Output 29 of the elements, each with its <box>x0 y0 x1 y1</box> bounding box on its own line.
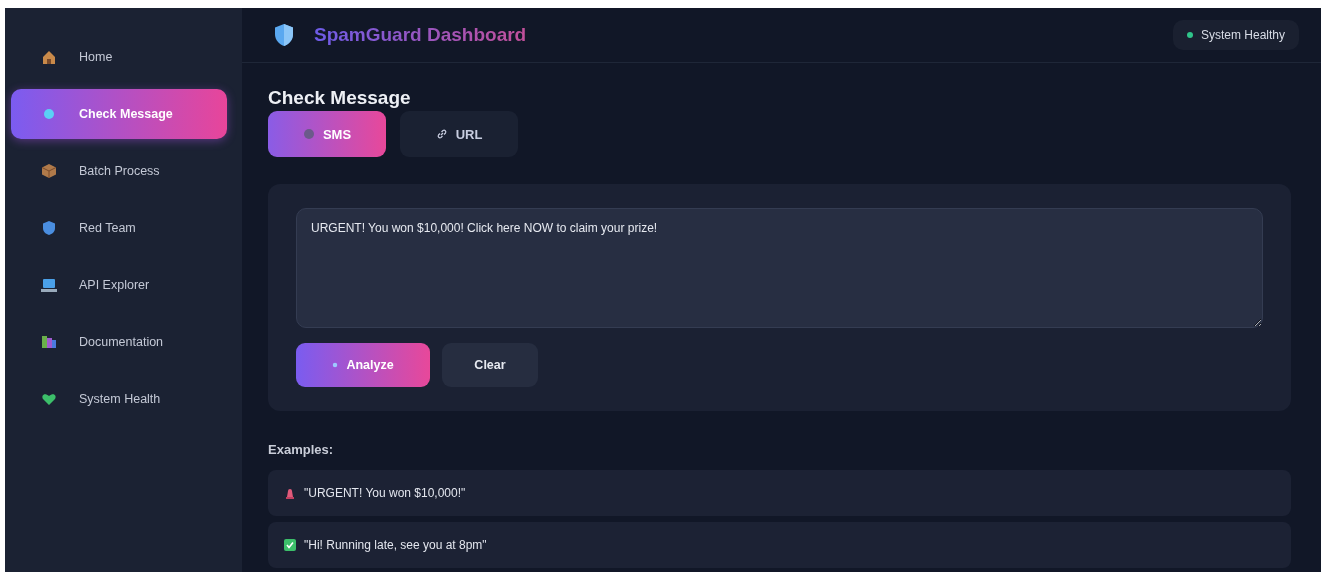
link-icon <box>435 128 448 140</box>
house-icon <box>41 49 57 65</box>
check-icon <box>284 539 296 551</box>
books-icon <box>41 334 57 350</box>
status-text: System Healthy <box>1200 28 1285 42</box>
status-dot <box>1186 32 1193 38</box>
disc-icon <box>302 128 315 140</box>
tab[interactable]: SMS <box>268 111 386 157</box>
message-field[interactable]: URGENT! You won $10,000! Click here NOW to claim your prize! <box>296 208 1263 328</box>
sidebar-item[interactable]: API Explorer <box>11 260 227 310</box>
examples-label: Examples: <box>268 442 335 457</box>
page-title: Check Message <box>268 87 412 109</box>
sidebar-item[interactable]: System Health <box>11 374 227 424</box>
example-item[interactable]: "URGENT! You won $10,000!" <box>268 470 1291 516</box>
shield-icon <box>41 220 57 236</box>
sidebar-item[interactable]: Red Team <box>11 203 227 253</box>
sidebar-item[interactable]: Check Message <box>11 89 227 139</box>
clear-button[interactable]: Clear <box>442 343 538 387</box>
analyze-button[interactable]: Analyze <box>296 343 430 387</box>
shield-icon <box>274 23 294 47</box>
package-icon <box>41 163 57 179</box>
dot-icon <box>41 106 57 122</box>
laptop-icon <box>41 277 57 293</box>
example-item[interactable]: "Hi! Running late, see you at 8pm" <box>268 522 1291 568</box>
tab[interactable]: URL <box>400 111 518 157</box>
sidebar-item[interactable]: Home <box>11 32 227 82</box>
heart-icon <box>41 391 57 407</box>
sidebar-item[interactable]: Batch Process <box>11 146 227 196</box>
sidebar-item[interactable]: Documentation <box>11 317 227 367</box>
